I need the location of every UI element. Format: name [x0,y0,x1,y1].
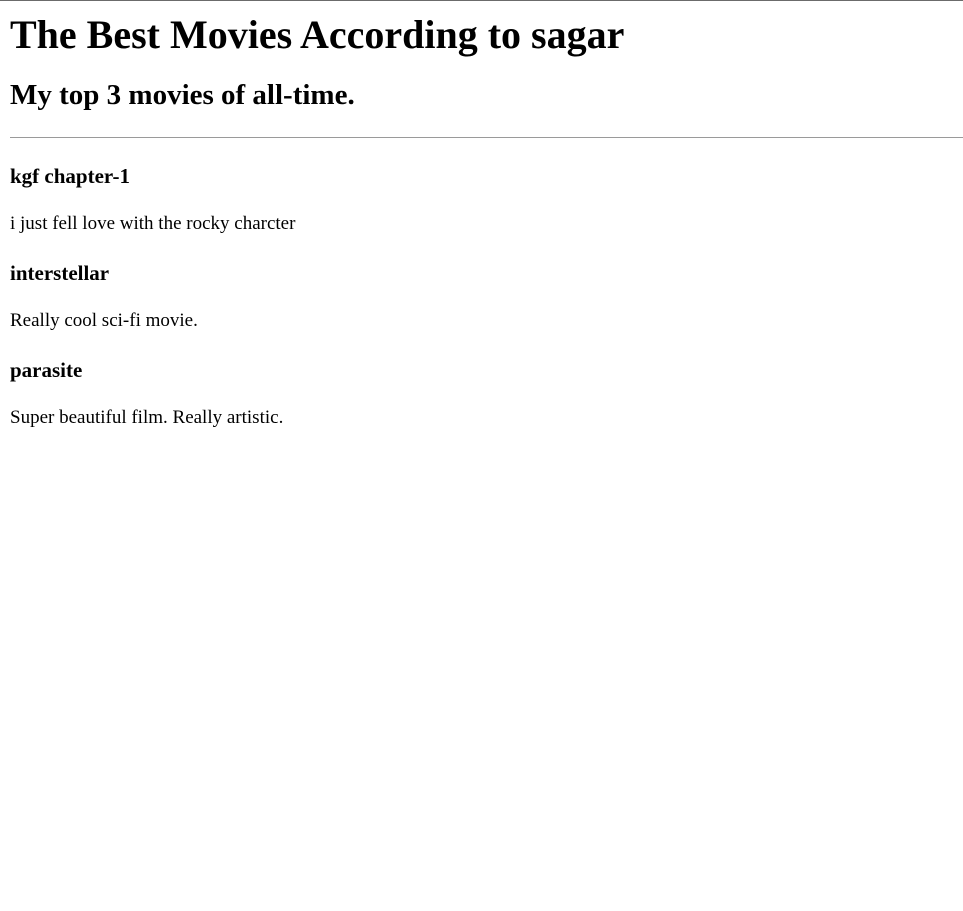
page-title: The Best Movies According to sagar [10,12,625,57]
page-subtitle: My top 3 movies of all-time. [10,79,355,111]
movie-description: Really cool sci-fi movie. [10,310,198,331]
movie-item: interstellar Really cool sci-fi movie. [10,261,963,332]
movie-title: kgf chapter-1 [10,164,130,188]
page-content: The Best Movies According to sagar My to… [10,0,963,429]
section-divider [10,137,963,138]
movie-description: Super beautiful film. Really artistic. [10,407,284,428]
movie-list: kgf chapter-1 i just fell love with the … [10,164,963,429]
movie-item: kgf chapter-1 i just fell love with the … [10,164,963,235]
movie-title: interstellar [10,261,110,285]
movie-title: parasite [10,358,83,382]
movie-description: i just fell love with the rocky charcter [10,213,296,234]
movie-item: parasite Super beautiful film. Really ar… [10,358,963,429]
